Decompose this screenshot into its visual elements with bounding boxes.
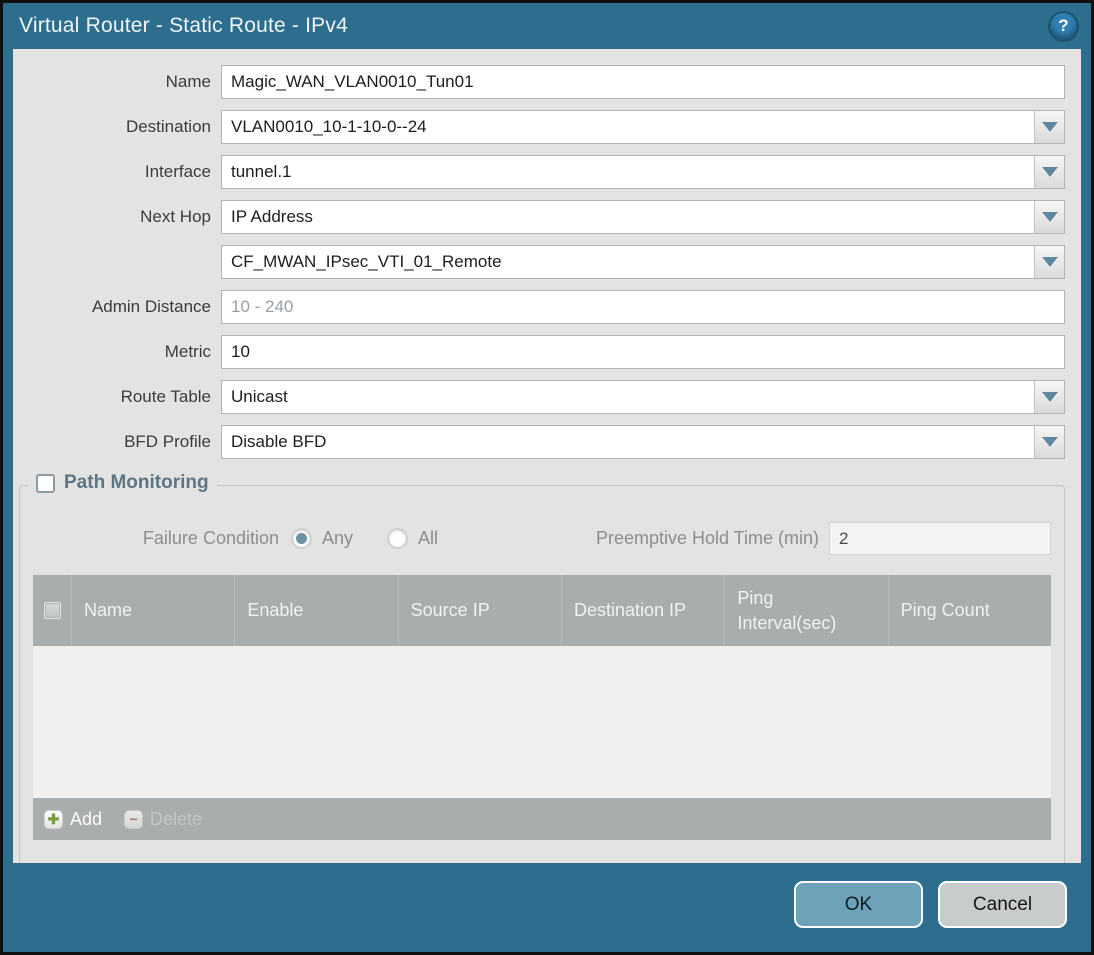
interface-label: Interface bbox=[144, 162, 211, 181]
next-hop-row: Next Hop bbox=[13, 200, 1065, 234]
table-header-row: Name Enable Source IP Destination IP Pin… bbox=[33, 575, 1051, 646]
column-header-ping-count[interactable]: Ping Count bbox=[889, 575, 1051, 646]
column-header-enable[interactable]: Enable bbox=[235, 575, 399, 646]
bfd-profile-label: BFD Profile bbox=[124, 432, 211, 451]
destination-dropdown-button[interactable] bbox=[1034, 111, 1064, 143]
name-input[interactable] bbox=[222, 66, 1064, 98]
failure-condition-radio-any[interactable] bbox=[291, 528, 312, 549]
static-route-dialog: Virtual Router - Static Route - IPv4 ? N… bbox=[0, 0, 1094, 955]
interface-field bbox=[221, 155, 1065, 189]
destination-row: Destination bbox=[13, 110, 1065, 144]
destination-input[interactable] bbox=[222, 111, 1034, 143]
failure-condition-all-label: All bbox=[418, 528, 439, 548]
admin-distance-label: Admin Distance bbox=[91, 297, 211, 316]
next-hop-address-field bbox=[221, 245, 1065, 279]
column-header-ping-interval[interactable]: Ping Interval(sec) bbox=[725, 575, 889, 646]
chevron-down-icon bbox=[1041, 392, 1058, 402]
metric-input[interactable] bbox=[222, 336, 1064, 368]
table-header-checkbox-cell bbox=[33, 575, 72, 646]
path-monitoring-controls: Failure Condition Any All Preemptive Hol… bbox=[33, 522, 1051, 555]
delete-button[interactable]: − Delete bbox=[124, 809, 202, 830]
route-table-row: Route Table bbox=[13, 380, 1065, 414]
dialog-content: Name Destination Interface bbox=[13, 49, 1081, 863]
metric-label: Metric bbox=[164, 342, 211, 361]
path-monitoring-title: Path Monitoring bbox=[64, 472, 209, 493]
bfd-profile-row: BFD Profile bbox=[13, 425, 1065, 459]
ok-button[interactable]: OK bbox=[794, 881, 923, 928]
next-hop-address-input[interactable] bbox=[222, 246, 1034, 278]
route-table-input[interactable] bbox=[222, 381, 1034, 413]
destination-field bbox=[221, 110, 1065, 144]
metric-row: Metric bbox=[13, 335, 1065, 369]
next-hop-address-dropdown-button[interactable] bbox=[1034, 246, 1064, 278]
next-hop-label: Next Hop bbox=[140, 207, 211, 226]
admin-distance-field bbox=[221, 290, 1065, 324]
column-header-source-ip[interactable]: Source IP bbox=[399, 575, 562, 646]
failure-condition-radio-all[interactable] bbox=[387, 528, 409, 549]
route-table-label: Route Table bbox=[120, 387, 211, 406]
route-table-dropdown-button[interactable] bbox=[1034, 381, 1064, 413]
next-hop-type-input[interactable] bbox=[222, 201, 1034, 233]
path-monitoring-table: Name Enable Source IP Destination IP Pin… bbox=[33, 575, 1051, 840]
interface-dropdown-button[interactable] bbox=[1034, 156, 1064, 188]
preemptive-hold-time-label: Preemptive Hold Time (min) bbox=[595, 528, 819, 548]
cancel-button[interactable]: Cancel bbox=[938, 881, 1067, 928]
next-hop-type-field bbox=[221, 200, 1065, 234]
table-body-empty bbox=[33, 646, 1051, 798]
interface-input[interactable] bbox=[222, 156, 1034, 188]
column-header-destination-ip[interactable]: Destination IP bbox=[562, 575, 726, 646]
chevron-down-icon bbox=[1041, 437, 1058, 447]
add-icon: ✚ bbox=[44, 809, 63, 829]
column-header-name[interactable]: Name bbox=[72, 575, 236, 646]
bfd-profile-dropdown-button[interactable] bbox=[1034, 426, 1064, 458]
interface-row: Interface bbox=[13, 155, 1065, 189]
dialog-title: Virtual Router - Static Route - IPv4 bbox=[19, 14, 348, 37]
path-monitoring-section: Path Monitoring Failure Condition Any Al… bbox=[19, 472, 1065, 863]
failure-condition-any-label: Any bbox=[322, 528, 354, 548]
dialog-titlebar: Virtual Router - Static Route - IPv4 ? bbox=[3, 3, 1091, 49]
path-monitoring-checkbox[interactable] bbox=[36, 473, 55, 493]
add-button-label: Add bbox=[70, 808, 103, 829]
bfd-profile-field bbox=[221, 425, 1065, 459]
help-icon[interactable]: ? bbox=[1050, 12, 1077, 40]
admin-distance-input[interactable] bbox=[222, 291, 1064, 323]
delete-button-label: Delete bbox=[150, 808, 203, 829]
next-hop-address-row bbox=[13, 245, 1065, 279]
path-monitoring-legend: Path Monitoring bbox=[28, 472, 217, 494]
chevron-down-icon bbox=[1041, 122, 1058, 132]
bfd-profile-input[interactable] bbox=[222, 426, 1034, 458]
admin-distance-row: Admin Distance bbox=[13, 290, 1065, 324]
destination-label: Destination bbox=[125, 117, 211, 136]
chevron-down-icon bbox=[1041, 257, 1058, 267]
next-hop-type-dropdown-button[interactable] bbox=[1034, 201, 1064, 233]
preemptive-hold-time-input[interactable] bbox=[829, 522, 1051, 555]
select-all-checkbox[interactable] bbox=[43, 602, 61, 619]
add-button[interactable]: ✚ Add bbox=[44, 809, 102, 830]
dialog-footer: OK Cancel bbox=[3, 863, 1091, 952]
route-table-field bbox=[221, 380, 1065, 414]
metric-field bbox=[221, 335, 1065, 369]
name-row: Name bbox=[13, 65, 1065, 99]
chevron-down-icon bbox=[1041, 212, 1058, 222]
name-label: Name bbox=[165, 72, 211, 91]
name-field bbox=[221, 65, 1065, 99]
failure-condition-label: Failure Condition bbox=[142, 528, 279, 548]
chevron-down-icon bbox=[1041, 167, 1058, 177]
table-toolbar: ✚ Add − Delete bbox=[33, 798, 1051, 840]
delete-icon: − bbox=[124, 809, 144, 829]
